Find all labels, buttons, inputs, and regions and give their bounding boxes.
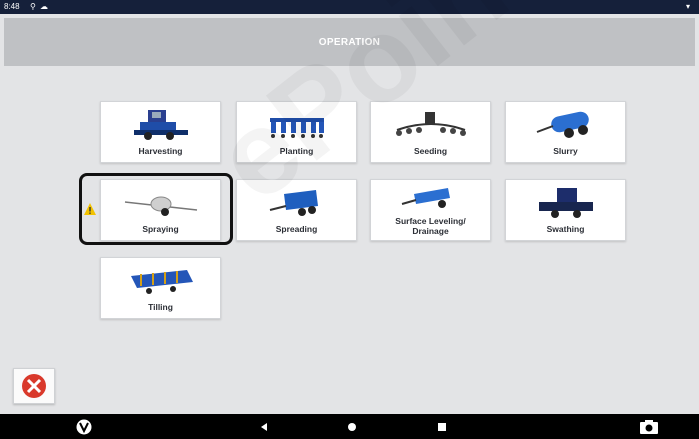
tile-tilling[interactable]: Tilling (100, 257, 221, 319)
tile-harvesting[interactable]: Harvesting (100, 101, 221, 163)
title-bar: OPERATION (4, 18, 695, 67)
recents-icon[interactable] (437, 422, 447, 432)
wifi-icon: ⚲ (30, 2, 36, 11)
tile-planting[interactable]: Planting (236, 101, 357, 163)
tile-spreading[interactable]: Spreading (236, 179, 357, 241)
tile-label: Slurry (553, 146, 578, 156)
tile-surface-leveling[interactable]: Surface Leveling/ Drainage (370, 179, 491, 241)
tile-label: Swathing (546, 224, 585, 234)
cloud-icon: ☁ (40, 2, 48, 11)
home-icon[interactable] (347, 422, 357, 432)
tile-slurry[interactable]: Slurry (505, 101, 626, 163)
tile-swathing[interactable]: Swathing (505, 179, 626, 241)
tile-label: Tilling (148, 302, 173, 312)
navigation-bar (0, 414, 699, 439)
tiller-icon (130, 270, 193, 294)
page-title: OPERATION (318, 37, 381, 48)
land-leveler-icon (401, 188, 450, 208)
tile-label: Spreading (275, 224, 318, 234)
tile-label: Planting (279, 146, 314, 156)
close-button[interactable] (13, 368, 55, 404)
tile-label-line: Surface Leveling/ Drainage (395, 216, 466, 236)
tile-label: Harvesting (138, 146, 183, 156)
selection-highlight (79, 173, 233, 245)
planter-icon (269, 118, 324, 138)
app-logo-icon[interactable] (76, 419, 92, 435)
tile-seeding[interactable]: Seeding (370, 101, 491, 163)
warning-icon (84, 203, 96, 215)
seeder-icon (395, 112, 466, 136)
tile-label: Surface Leveling/ Drainage (371, 216, 490, 236)
slurry-tank-icon (536, 111, 589, 138)
signal-icon: ▾ (686, 2, 691, 11)
harvester-icon (133, 110, 188, 140)
clock: 8:48 (4, 2, 20, 11)
close-icon (22, 374, 46, 398)
screenshot-icon[interactable] (640, 420, 658, 434)
swather-icon (538, 188, 593, 218)
tile-label: Seeding (413, 146, 448, 156)
spreader-icon (269, 190, 318, 216)
back-icon[interactable] (259, 422, 269, 432)
status-bar: 8:48 ⚲ ☁ ▾ (0, 0, 699, 14)
